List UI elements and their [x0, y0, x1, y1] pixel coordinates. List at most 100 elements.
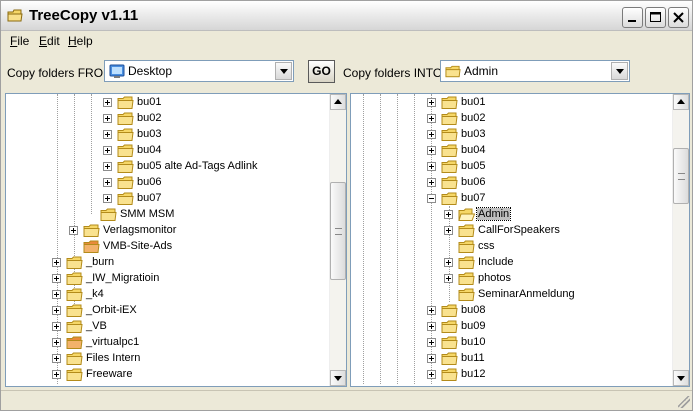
tree-node-label[interactable]: SMM MSM	[119, 208, 175, 220]
from-combobox[interactable]: Desktop	[104, 60, 294, 82]
tree-node-label[interactable]: Files Intern	[85, 352, 141, 364]
tree-node[interactable]: bu11	[351, 351, 671, 367]
expand-plus-icon[interactable]	[444, 210, 453, 219]
expand-plus-icon[interactable]	[103, 114, 112, 123]
scroll-thumb[interactable]	[330, 182, 346, 280]
expand-plus-icon[interactable]	[103, 194, 112, 203]
expand-plus-icon[interactable]	[427, 162, 436, 171]
tree-node-label[interactable]: _burn	[85, 256, 115, 268]
expand-plus-icon[interactable]	[52, 258, 61, 267]
expand-plus-icon[interactable]	[427, 354, 436, 363]
tree-node[interactable]: bu01	[351, 95, 671, 111]
tree-node-label[interactable]: bu08	[460, 304, 486, 316]
tree-node-label[interactable]: photos	[477, 272, 512, 284]
tree-node-label[interactable]: CallForSpeakers	[477, 224, 561, 236]
expand-plus-icon[interactable]	[427, 322, 436, 331]
tree-node[interactable]: bu04	[351, 143, 671, 159]
tree-node-label[interactable]: _Orbit-iEX	[85, 304, 138, 316]
expand-plus-icon[interactable]	[427, 130, 436, 139]
tree-node-label[interactable]: bu04	[136, 144, 162, 156]
tree-node[interactable]: _VB	[6, 319, 326, 335]
tree-node[interactable]: bu07	[351, 191, 671, 207]
tree-node-label[interactable]: _virtualpc1	[85, 336, 140, 348]
tree-node[interactable]: bu12	[351, 367, 671, 383]
tree-node-label[interactable]: bu05	[460, 160, 486, 172]
destination-tree-scrollbar[interactable]	[672, 94, 689, 386]
tree-node-label[interactable]: css	[477, 240, 496, 252]
expand-plus-icon[interactable]	[427, 98, 436, 107]
menu-file[interactable]: File	[10, 34, 29, 48]
resize-grip-icon[interactable]	[678, 396, 690, 408]
tree-node[interactable]: VMB-Site-Ads	[6, 239, 326, 255]
tree-node[interactable]: css	[351, 239, 671, 255]
tree-node[interactable]: bu03	[6, 127, 326, 143]
tree-node-label[interactable]: Include	[477, 256, 514, 268]
into-dropdown-arrow-icon[interactable]	[611, 62, 628, 80]
tree-node-label[interactable]: bu02	[460, 112, 486, 124]
tree-node-label[interactable]: bu05 alte Ad-Tags Adlink	[136, 160, 258, 172]
expand-plus-icon[interactable]	[427, 338, 436, 347]
minimize-button[interactable]	[622, 7, 643, 28]
expand-plus-icon[interactable]	[52, 338, 61, 347]
expand-plus-icon[interactable]	[444, 258, 453, 267]
source-tree-scrollbar[interactable]	[329, 94, 346, 386]
tree-node[interactable]: CallForSpeakers	[351, 223, 671, 239]
tree-node[interactable]: _burn	[6, 255, 326, 271]
expand-plus-icon[interactable]	[52, 274, 61, 283]
tree-node-label[interactable]: _IW_Migratioin	[85, 272, 160, 284]
title-bar[interactable]: TreeCopy v1.11	[1, 1, 692, 31]
tree-node[interactable]: bu08	[351, 303, 671, 319]
tree-node-label[interactable]: bu07	[460, 192, 486, 204]
expand-plus-icon[interactable]	[52, 322, 61, 331]
tree-node[interactable]: bu09	[351, 319, 671, 335]
collapse-minus-icon[interactable]	[427, 194, 436, 203]
into-combobox[interactable]: Admin	[440, 60, 630, 82]
scroll-up-arrow-icon[interactable]	[673, 94, 689, 110]
tree-node-label[interactable]: bu12	[460, 368, 486, 380]
tree-node[interactable]: bu06	[351, 175, 671, 191]
expand-plus-icon[interactable]	[52, 354, 61, 363]
tree-node[interactable]: bu05 alte Ad-Tags Adlink	[6, 159, 326, 175]
tree-node[interactable]: bu07	[6, 191, 326, 207]
tree-node-label[interactable]: bu03	[136, 128, 162, 140]
tree-node-label[interactable]: bu01	[460, 96, 486, 108]
expand-plus-icon[interactable]	[427, 370, 436, 379]
close-button[interactable]	[668, 7, 689, 28]
maximize-button[interactable]	[645, 7, 666, 28]
expand-plus-icon[interactable]	[427, 114, 436, 123]
tree-node[interactable]: bu02	[6, 111, 326, 127]
tree-node-label[interactable]: bu06	[136, 176, 162, 188]
tree-node[interactable]: bu06	[6, 175, 326, 191]
tree-node-label[interactable]: _VB	[85, 320, 108, 332]
tree-node[interactable]: SMM MSM	[6, 207, 326, 223]
go-button[interactable]: GO	[308, 60, 335, 83]
source-tree[interactable]: bu01 bu02 bu03 bu04 bu05 alte Ad-Tags Adlink…	[5, 93, 347, 387]
tree-node-label[interactable]: bu09	[460, 320, 486, 332]
tree-node[interactable]: bu03	[351, 127, 671, 143]
expand-plus-icon[interactable]	[427, 178, 436, 187]
expand-plus-icon[interactable]	[103, 98, 112, 107]
expand-plus-icon[interactable]	[103, 162, 112, 171]
expand-plus-icon[interactable]	[444, 226, 453, 235]
scroll-up-arrow-icon[interactable]	[330, 94, 346, 110]
expand-plus-icon[interactable]	[103, 130, 112, 139]
tree-node[interactable]: bu04	[6, 143, 326, 159]
tree-node-label[interactable]: bu02	[136, 112, 162, 124]
tree-node[interactable]: photos	[351, 271, 671, 287]
tree-node-label[interactable]: bu06	[460, 176, 486, 188]
expand-plus-icon[interactable]	[427, 306, 436, 315]
tree-node-label[interactable]: bu07	[136, 192, 162, 204]
tree-node[interactable]: _k4	[6, 287, 326, 303]
tree-node-label[interactable]: _k4	[85, 288, 105, 300]
tree-node[interactable]: bu02	[351, 111, 671, 127]
destination-tree[interactable]: bu01 bu02 bu03 bu04 bu05 bu06 bu07 Admin CallFor…	[350, 93, 690, 387]
tree-node[interactable]: Files Intern	[6, 351, 326, 367]
tree-node[interactable]: Include	[351, 255, 671, 271]
scroll-thumb[interactable]	[673, 148, 689, 204]
tree-node[interactable]: SeminarAnmeldung	[351, 287, 671, 303]
tree-node[interactable]: bu10	[351, 335, 671, 351]
expand-plus-icon[interactable]	[444, 274, 453, 283]
tree-node[interactable]: Admin	[351, 207, 671, 223]
menu-edit[interactable]: Edit	[39, 34, 60, 48]
tree-node-label[interactable]: Freeware	[85, 368, 133, 380]
